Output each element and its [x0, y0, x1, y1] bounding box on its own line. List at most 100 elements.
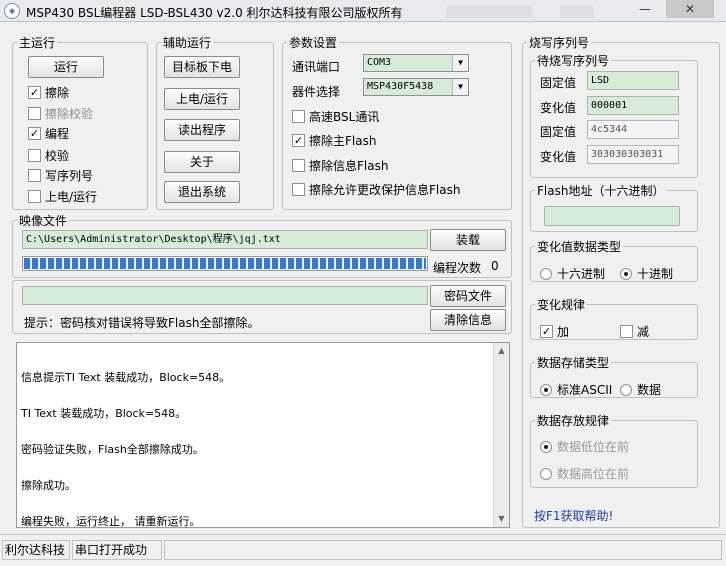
checkbox-box[interactable] — [28, 190, 41, 203]
verify-checkbox[interactable]: 校验 — [28, 147, 69, 164]
decimal-label: 十进制 — [637, 267, 674, 281]
variable-value-hex-label: 变化值 — [540, 150, 577, 164]
power-run-button[interactable]: 上电/运行 — [164, 88, 240, 110]
chevron-down-icon[interactable]: ▼ — [452, 79, 468, 95]
close-icon: ✕ — [684, 2, 696, 16]
erase-protected-info-flash-label: 擦除允许更改保护信息Flash — [309, 183, 461, 197]
decrement-checkbox[interactable]: 减 — [620, 323, 649, 340]
device-select[interactable]: MSP430F5438 ▼ — [363, 78, 469, 96]
log-line: 信息提示TI Text 装载成功，Block=548。 — [21, 371, 231, 384]
chevron-down-icon[interactable]: ▼ — [452, 55, 468, 71]
checkbox-box[interactable]: ✓ — [292, 134, 305, 147]
scroll-down-icon[interactable]: ▼ — [494, 511, 509, 527]
erase-info-flash-checkbox[interactable]: 擦除信息Flash — [292, 157, 388, 174]
erase-protected-info-flash-checkbox[interactable]: 擦除允许更改保护信息Flash — [292, 181, 460, 198]
low-byte-first-radio: 数据低位在前 — [540, 438, 629, 455]
radio-dot[interactable] — [540, 383, 552, 396]
variable-value-field[interactable]: 000001 — [587, 96, 679, 115]
write-serial-label: 写序列号 — [45, 169, 94, 183]
erase-label: 擦除 — [45, 86, 70, 100]
help-hint: 按F1获取帮助! — [534, 509, 614, 523]
port-label: 通讯端口 — [292, 60, 341, 74]
port-select[interactable]: COM3 ▼ — [363, 54, 469, 72]
erase-checkbox[interactable]: ✓ 擦除 — [28, 84, 69, 101]
device-value: MSP430F5438 — [367, 81, 434, 92]
log-scrollbar[interactable]: ▲ ▼ — [493, 343, 509, 527]
password-file-field[interactable] — [22, 286, 428, 305]
target-power-off-button[interactable]: 目标板下电 — [164, 56, 240, 78]
status-bar: 利尔达科技 串口打开成功 — [0, 534, 726, 566]
hex-label: 十六进制 — [557, 267, 606, 281]
power-run-label: 上电/运行 — [45, 190, 98, 204]
progress-fill — [24, 258, 426, 269]
app-logo-icon: ◉ — [4, 3, 20, 19]
erase-main-flash-checkbox[interactable]: ✓ 擦除主Flash — [292, 132, 376, 149]
status-empty-cell — [164, 540, 722, 560]
scroll-up-icon[interactable]: ▲ — [494, 343, 509, 359]
radio-dot[interactable] — [540, 267, 552, 280]
password-file-button[interactable]: 密码文件 — [430, 285, 506, 307]
checkbox-box[interactable] — [292, 159, 305, 172]
about-button[interactable]: 关于 — [164, 151, 240, 173]
status-company: 利尔达科技 — [2, 540, 70, 560]
radio-dot — [540, 440, 552, 453]
fixed-value-field[interactable]: LSD — [587, 71, 679, 90]
image-file-path-field[interactable]: C:\Users\Administrator\Desktop\程序\jqj.tx… — [22, 230, 428, 249]
serial-burn-legend: 烧写序列号 — [529, 36, 590, 50]
checkbox-box[interactable] — [620, 325, 633, 338]
read-program-button[interactable]: 读出程序 — [164, 119, 240, 141]
write-serial-checkbox[interactable]: 写序列号 — [28, 167, 93, 184]
checkbox-box — [28, 107, 41, 120]
close-button[interactable]: ✕ — [666, 0, 714, 18]
variable-rule-legend: 变化规律 — [537, 298, 586, 312]
radio-dot — [540, 467, 552, 480]
checkbox-box[interactable] — [292, 110, 305, 123]
password-hint: 提示：密码核对错误将导致Flash全部擦除。 — [24, 316, 260, 330]
decrement-label: 减 — [637, 325, 650, 339]
variable-type-legend: 变化值数据类型 — [537, 240, 622, 254]
run-button[interactable]: 运行 — [28, 56, 104, 78]
exit-button[interactable]: 退出系统 — [164, 181, 240, 203]
power-run-checkbox[interactable]: 上电/运行 — [28, 188, 97, 205]
low-byte-first-label: 数据低位在前 — [557, 440, 630, 454]
decimal-radio[interactable]: 十进制 — [620, 265, 673, 282]
flash-address-field[interactable] — [544, 206, 680, 226]
program-label: 编程 — [45, 127, 70, 141]
data-label: 数据 — [637, 383, 662, 397]
checkbox-box[interactable]: ✓ — [540, 325, 553, 338]
program-checkbox[interactable]: ✓ 编程 — [28, 125, 69, 142]
checkbox-box[interactable]: ✓ — [28, 86, 41, 99]
ascii-radio[interactable]: 标准ASCII — [540, 381, 612, 398]
variable-value-hex-field: 303030303031 — [587, 145, 679, 164]
log-line: TI Text 装载成功，Block=548。 — [21, 407, 187, 420]
data-radio[interactable]: 数据 — [620, 381, 661, 398]
high-byte-first-label: 数据高位在前 — [557, 467, 630, 481]
high-byte-first-radio: 数据高位在前 — [540, 465, 629, 482]
flash-address-legend: Flash地址（十六进制） — [537, 184, 665, 198]
radio-dot[interactable] — [620, 383, 632, 396]
increment-checkbox[interactable]: ✓ 加 — [540, 323, 569, 340]
message-log[interactable]: 信息提示TI Text 装载成功，Block=548。 TI Text 装载成功… — [16, 342, 510, 528]
fixed-value-hex-field: 4c5344 — [587, 120, 679, 139]
clear-info-button[interactable]: 清除信息 — [430, 309, 506, 331]
minimize-icon: — — [639, 2, 651, 16]
hex-radio[interactable]: 十六进制 — [540, 265, 605, 282]
high-speed-bsl-checkbox[interactable]: 高速BSL通讯 — [292, 108, 379, 125]
erase-verify-label: 擦除校验 — [45, 107, 94, 121]
load-progress-bar — [22, 256, 428, 271]
erase-verify-checkbox: 擦除校验 — [28, 105, 93, 122]
aux-run-legend: 辅助运行 — [163, 36, 212, 50]
checkbox-box[interactable] — [28, 169, 41, 182]
verify-label: 校验 — [45, 149, 70, 163]
checkbox-box[interactable] — [292, 183, 305, 196]
checkbox-box[interactable] — [28, 149, 41, 162]
main-run-legend: 主运行 — [19, 36, 56, 50]
high-speed-bsl-label: 高速BSL通讯 — [309, 110, 380, 124]
load-button[interactable]: 装载 — [430, 229, 506, 251]
status-message: 串口打开成功 — [72, 540, 162, 560]
minimize-button[interactable]: — — [630, 0, 660, 18]
radio-dot[interactable] — [620, 267, 632, 280]
checkbox-box[interactable]: ✓ — [28, 127, 41, 140]
port-value: COM3 — [367, 57, 392, 68]
storage-rule-legend: 数据存放规律 — [537, 414, 610, 428]
